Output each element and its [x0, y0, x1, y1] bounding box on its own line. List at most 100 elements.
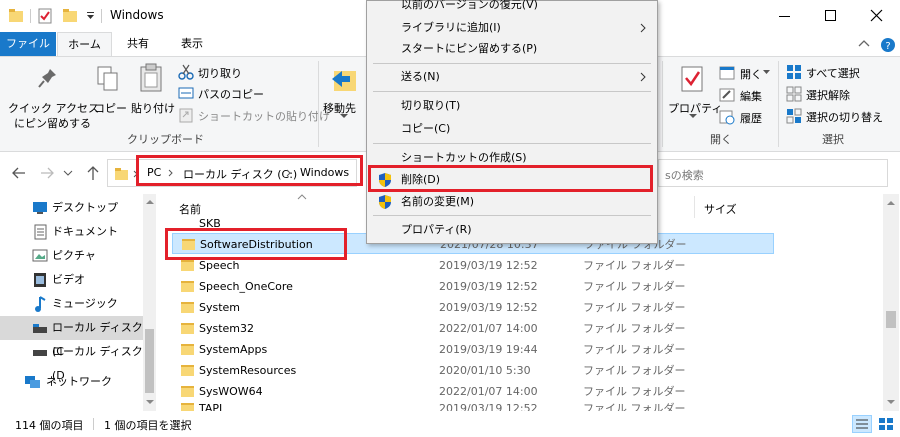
content-scroll-up-icon[interactable]: [887, 200, 895, 206]
nav-scroll-down-icon[interactable]: [146, 399, 154, 405]
nav-documents[interactable]: ドキュメント: [0, 220, 155, 244]
nav-scrollbar[interactable]: [143, 194, 156, 411]
nav-local-disk-c[interactable]: ローカル ディスク (C: [0, 316, 155, 358]
file-type: ファイル フォルダー: [583, 402, 686, 411]
nav-scroll-up-icon[interactable]: [146, 199, 154, 205]
menu-separator: [373, 215, 651, 216]
nav-videos[interactable]: ビデオ: [0, 268, 155, 292]
menu-separator: [373, 143, 651, 144]
move-to-chevron-icon[interactable]: [340, 114, 348, 119]
select-all-icon[interactable]: [786, 64, 802, 80]
network-icon: [25, 376, 40, 388]
menu-item-add-to-library[interactable]: ライブラリに追加(I): [367, 16, 657, 39]
properties-check-icon[interactable]: [38, 8, 54, 24]
select-none-button[interactable]: 選択解除: [806, 87, 850, 103]
menu-item-rename[interactable]: 名前の変更(M): [367, 190, 657, 213]
menu-item-label: 以前のバージョンの復元(V): [401, 0, 538, 11]
tab-view[interactable]: 表示: [164, 32, 220, 56]
file-row[interactable]: SystemResources 2020/01/10 5:30 ファイル フォルダー: [172, 360, 774, 381]
select-none-icon[interactable]: [786, 86, 802, 102]
content-scroll-thumb[interactable]: [886, 311, 896, 328]
breadcrumb-chevron-icon[interactable]: [168, 169, 174, 177]
move-to-icon[interactable]: [330, 65, 358, 95]
help-icon[interactable]: ?: [880, 37, 896, 53]
invert-selection-icon[interactable]: [786, 108, 802, 124]
cut-button[interactable]: 切り取り: [198, 65, 242, 81]
tab-home[interactable]: ホーム: [57, 32, 112, 57]
up-arrow-icon[interactable]: [86, 165, 100, 181]
folder-icon: [181, 281, 194, 292]
nav-desktop[interactable]: デスクトップ: [0, 196, 155, 220]
details-view-icon[interactable]: [852, 415, 872, 433]
file-date: 2019/03/19 12:52: [439, 402, 538, 411]
new-folder-icon[interactable]: [62, 8, 78, 24]
file-date: 2019/03/19 12:52: [439, 280, 538, 293]
open-button[interactable]: 開く: [740, 66, 762, 82]
menu-item-cut[interactable]: 切り取り(T): [367, 94, 657, 117]
large-icons-view-icon[interactable]: [877, 415, 895, 433]
properties-icon[interactable]: [680, 65, 704, 93]
paste-icon[interactable]: [139, 63, 165, 93]
select-all-button[interactable]: すべて選択: [806, 65, 860, 81]
menu-item-restore-previous[interactable]: 以前のバージョンの復元(V): [367, 0, 657, 16]
copy-icon[interactable]: [96, 65, 120, 93]
file-row[interactable]: System32 2022/01/07 14:00 ファイル フォルダー: [172, 318, 774, 339]
nav-music-label: ミュージック: [52, 297, 118, 310]
menu-item-copy[interactable]: コピー(C): [367, 117, 657, 140]
invert-selection-button[interactable]: 選択の切り替え: [806, 109, 883, 125]
pin-quick-access-label[interactable]: クイック アクセス: [8, 100, 99, 116]
tab-share[interactable]: 共有: [115, 32, 161, 56]
nav-music[interactable]: ミュージック: [0, 292, 155, 316]
forward-arrow-icon[interactable]: [39, 166, 55, 180]
edit-button[interactable]: 編集: [740, 88, 762, 104]
pin-icon[interactable]: [36, 67, 60, 93]
recent-locations-icon[interactable]: [63, 170, 73, 176]
paste-button[interactable]: 貼り付け: [131, 100, 175, 116]
properties-chevron-icon[interactable]: [689, 114, 697, 119]
search-box[interactable]: sの検索: [658, 159, 888, 187]
file-row[interactable]: SysWOW64 2022/01/07 14:00 ファイル フォルダー: [172, 381, 774, 402]
close-icon[interactable]: [870, 9, 884, 23]
open-icon[interactable]: [718, 65, 736, 81]
file-row[interactable]: TAPI 2019/03/19 12:52 ファイル フォルダー: [172, 402, 774, 411]
breadcrumb-windows[interactable]: Windows: [300, 166, 349, 179]
drive-d-icon: [33, 350, 47, 356]
open-chevron-icon[interactable]: [763, 70, 770, 75]
menu-item-properties[interactable]: プロパティ(R): [367, 218, 657, 241]
minimize-icon[interactable]: [778, 10, 792, 22]
content-scroll-down-icon[interactable]: [887, 399, 895, 405]
paste-shortcut-icon: [179, 108, 193, 123]
nav-network[interactable]: ネットワーク: [0, 370, 155, 394]
breadcrumb-pc[interactable]: PC: [147, 166, 161, 179]
back-arrow-icon[interactable]: [11, 166, 27, 180]
pin-quick-access-label-2[interactable]: にピン留めする: [14, 115, 91, 131]
file-type: ファイル フォルダー: [583, 364, 686, 377]
copy-path-icon[interactable]: [178, 86, 194, 100]
maximize-icon[interactable]: [824, 9, 838, 23]
breadcrumb-chevron-icon-2[interactable]: [286, 169, 292, 177]
copy-button[interactable]: コピー: [94, 100, 127, 116]
menu-item-pin-to-start[interactable]: スタートにピン留めする(P): [367, 37, 657, 60]
quick-access-dropdown-icon[interactable]: [86, 12, 96, 20]
breadcrumb-local-disk[interactable]: ローカル ディスク (C:): [183, 166, 297, 182]
collapse-ribbon-icon[interactable]: [858, 39, 870, 49]
status-bar: 114 個の項目 1 個の項目を選択: [0, 411, 900, 437]
history-button[interactable]: 履歴: [740, 110, 762, 126]
file-row[interactable]: System 2019/03/19 12:52 ファイル フォルダー: [172, 297, 774, 318]
history-icon[interactable]: [718, 109, 736, 125]
tab-file[interactable]: ファイル: [0, 32, 56, 56]
file-row[interactable]: SystemApps 2019/03/19 19:44 ファイル フォルダー: [172, 339, 774, 360]
folder-icon: [181, 403, 194, 411]
menu-item-send-to[interactable]: 送る(N): [367, 65, 657, 88]
content-scrollbar[interactable]: [883, 194, 899, 411]
nav-scroll-thumb[interactable]: [145, 329, 154, 393]
copy-path-button[interactable]: パスのコピー: [198, 86, 264, 102]
nav-pictures[interactable]: ピクチャ: [0, 244, 155, 268]
delete-highlight-box: [368, 165, 653, 192]
file-row[interactable]: Speech_OneCore 2019/03/19 12:52 ファイル フォルダー: [172, 276, 774, 297]
scissors-icon[interactable]: [178, 64, 194, 80]
edit-icon[interactable]: [718, 87, 736, 103]
nav-local-disk-d[interactable]: ローカル ディスク (D: [0, 340, 155, 382]
file-row-clipped[interactable]: TAPI 2019/03/19 12:52 ファイル フォルダー: [172, 402, 774, 411]
file-name: Speech_OneCore: [199, 280, 293, 293]
